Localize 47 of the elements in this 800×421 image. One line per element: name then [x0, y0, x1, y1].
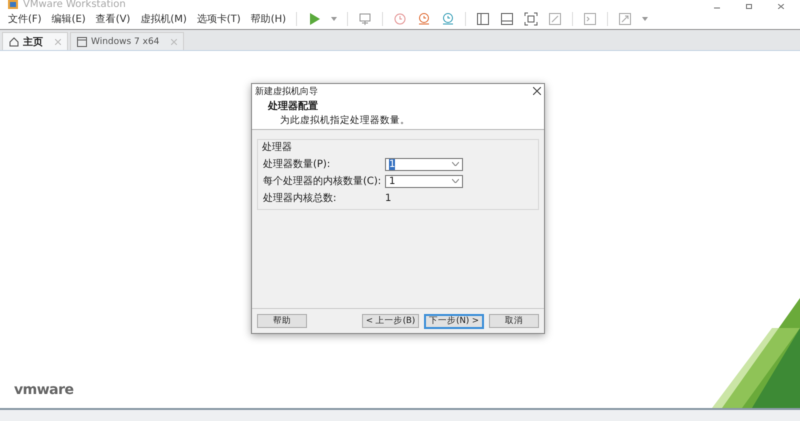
window-icon[interactable]	[548, 12, 562, 26]
close-icon[interactable]	[533, 87, 541, 95]
menu-item[interactable]: 编辑(E)	[48, 11, 90, 27]
clock-icon[interactable]	[417, 12, 432, 26]
dialog-heading: 处理器配置	[268, 100, 319, 113]
menu-item[interactable]: 查看(V)	[92, 11, 134, 27]
sidebar-icon[interactable]	[476, 12, 490, 26]
play-icon[interactable]	[307, 12, 322, 26]
resize-icon[interactable]	[618, 12, 632, 26]
field-label: 处理器内核总数:	[263, 192, 338, 205]
fullscreen-icon[interactable]	[524, 12, 538, 26]
menu-item[interactable]: 选项卡(T)	[192, 11, 245, 27]
window-icon	[77, 36, 87, 46]
brand-logo: vmware	[14, 382, 74, 398]
group-title: 处理器	[262, 140, 293, 154]
caret-icon[interactable]	[642, 17, 648, 21]
clock-icon[interactable]	[393, 12, 408, 26]
dropdown[interactable]: 1	[385, 174, 463, 188]
caret-icon[interactable]	[331, 17, 338, 21]
tab[interactable]: Windows 7 x64	[70, 32, 184, 50]
tab[interactable]: 主页	[2, 32, 68, 50]
field-label: 处理器数量(P):	[263, 158, 332, 171]
dialog-button[interactable]: 取消	[489, 314, 539, 328]
dropdown[interactable]: 1	[385, 158, 463, 170]
home-icon	[9, 36, 19, 46]
dialog-button[interactable]: < 上一步(B)	[362, 314, 420, 328]
menu-item[interactable]: 文件(F)	[4, 11, 46, 27]
maximize-icon[interactable]	[746, 4, 752, 9]
field-label: 每个处理器的内核数量(C):	[263, 174, 382, 188]
chevron-icon	[452, 162, 459, 166]
console-icon[interactable]	[583, 12, 598, 26]
dialog-title: 新建虚拟机向导	[255, 86, 318, 98]
tab-label: Windows 7 x64	[91, 36, 160, 46]
app-icon	[8, 0, 18, 9]
close-icon[interactable]	[778, 4, 784, 9]
menu-item[interactable]: 帮助(H)	[246, 11, 290, 27]
monitor-icon[interactable]	[358, 12, 372, 26]
dialog-button[interactable]: 帮助	[257, 314, 307, 328]
panel-icon[interactable]	[500, 12, 514, 26]
menu-item[interactable]: 虚拟机(M)	[136, 11, 191, 27]
minimize-icon[interactable]	[714, 7, 720, 9]
field-value: 1	[385, 192, 392, 204]
tab-label: 主页	[23, 35, 43, 48]
chevron-icon	[452, 179, 459, 183]
clock-icon[interactable]	[441, 12, 456, 26]
dialog-button[interactable]: 下一步(N) >	[424, 314, 484, 328]
dialog-subtitle: 为此虚拟机指定处理器数量。	[279, 114, 411, 127]
